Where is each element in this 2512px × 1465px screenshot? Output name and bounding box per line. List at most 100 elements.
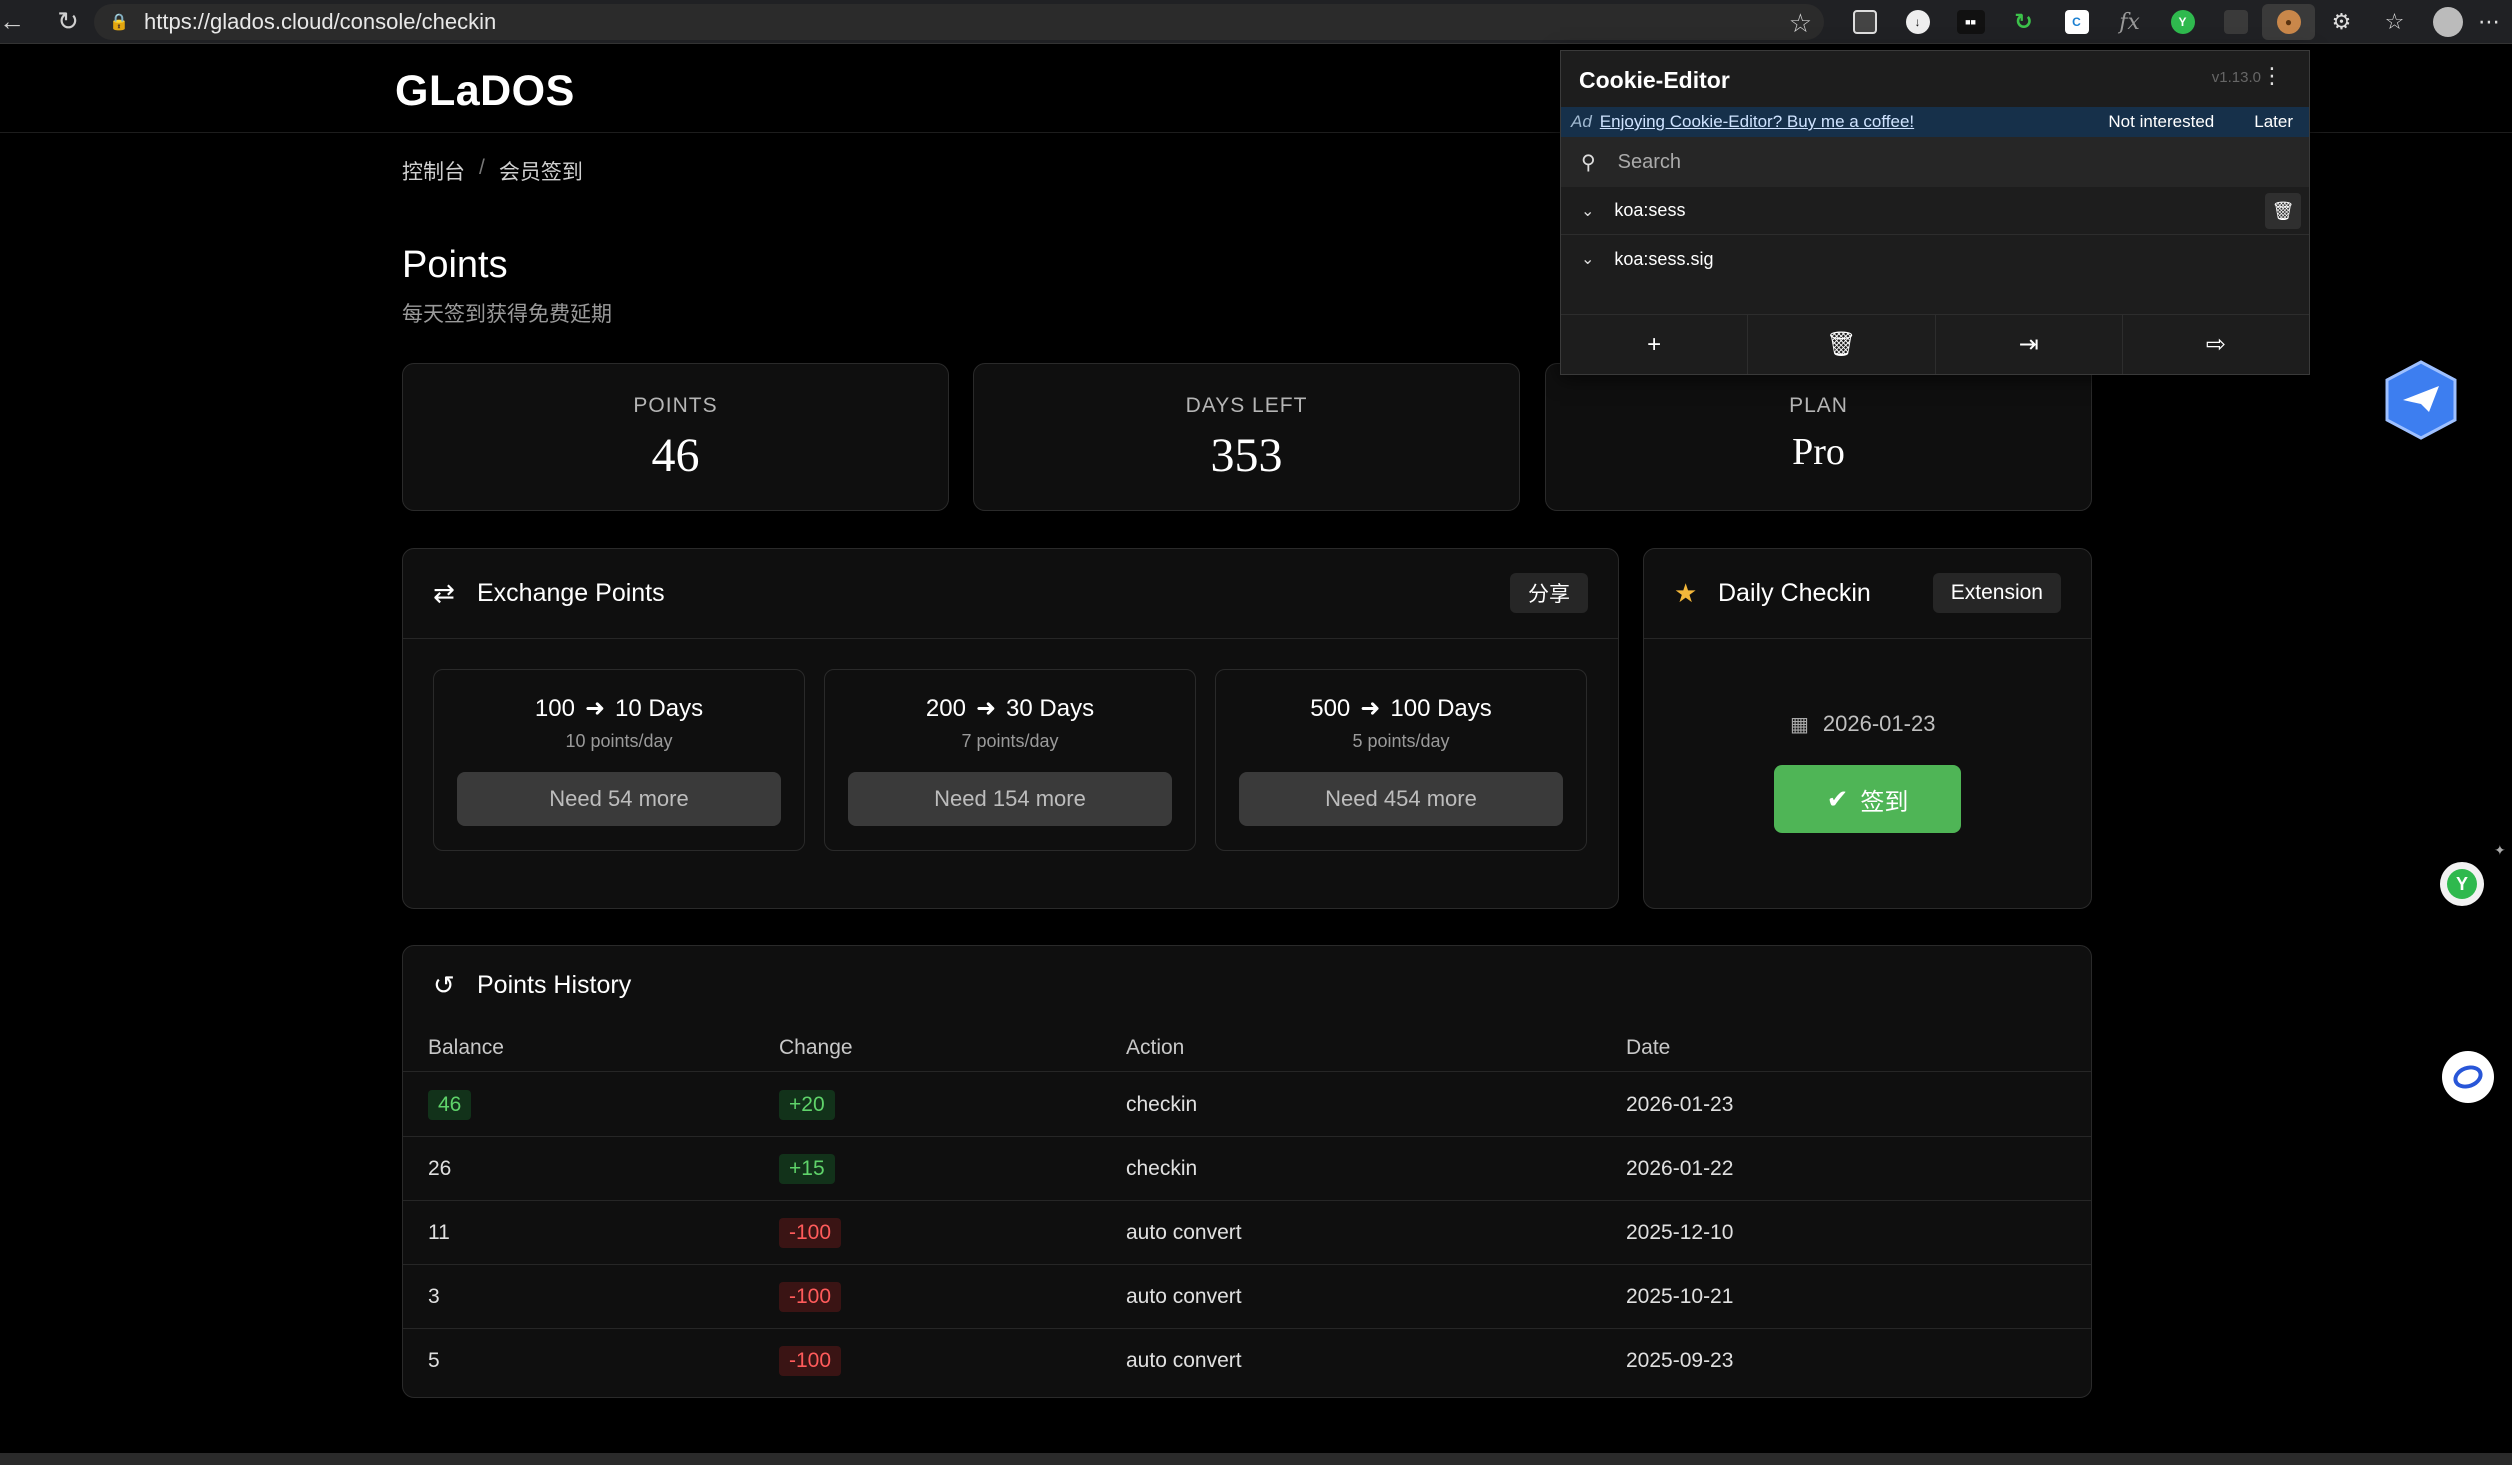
exchange-option-card: 200 ➜ 30 Days 7 points/day Need 154 more [824,669,1196,851]
more-menu-icon[interactable]: ⋯ [2474,4,2504,40]
exchange-days-amount: 30 Days [1006,694,1095,722]
table-row: 5 -100 auto convert 2025-09-23 [403,1329,2091,1393]
points-stat-card: POINTS 46 [402,363,949,511]
exchange-arrows-icon: ⇄ [433,578,455,608]
column-header-balance: Balance [428,1035,504,1059]
breadcrumb-console[interactable]: 控制台 [402,156,465,186]
profile-avatar-icon[interactable] [2421,4,2474,40]
reload-icon[interactable]: ↻ [48,2,88,42]
extensions-puzzle-icon[interactable]: ⚙ [2315,4,2368,40]
chevron-down-icon[interactable]: ⌄ [1581,201,1594,221]
checkin-button-label: 签到 [1860,788,1909,816]
arrow-right-icon: ➜ [975,695,997,722]
site-logo[interactable]: GLaDOS [395,67,575,116]
change-cell: -100 [779,1217,842,1248]
star-icon: ★ [1674,578,1698,608]
cookie-item[interactable]: ⌄ koa:sess.sig [1561,235,2309,283]
points-label: POINTS [633,394,718,417]
change-cell: +15 [779,1153,835,1184]
date-cell: 2026-01-23 [1626,1092,1734,1116]
ad-link[interactable]: Enjoying Cookie-Editor? Buy me a coffee! [1600,112,1914,132]
checkin-button[interactable]: ✔ 签到 [1774,765,1961,833]
share-button[interactable]: 分享 [1510,573,1588,613]
back-icon[interactable]: ← [0,2,25,42]
exchange-button[interactable]: Need 154 more [848,772,1172,826]
ad-banner: Ad Enjoying Cookie-Editor? Buy me a coff… [1561,107,2309,137]
table-row: 26 +15 checkin 2026-01-22 [403,1137,2091,1201]
extension-button[interactable]: Extension [1932,573,2061,613]
lock-icon: 🔒 [109,14,129,31]
exchange-option-title: 100 ➜ 10 Days [434,694,804,723]
extension-c-icon[interactable]: C [2050,4,2103,40]
favorites-icon[interactable]: ☆ [2368,4,2421,40]
date-cell: 2025-10-21 [1626,1284,1734,1308]
change-cell: -100 [779,1346,842,1376]
browser-toolbar: ← ↻ 🔒 https://glados.cloud/console/check… [0,0,2512,44]
balance-cell: 3 [428,1284,440,1308]
checkin-title: Daily Checkin [1718,579,1871,607]
extension-fx-icon[interactable]: fx [2103,4,2156,40]
delete-cookie-icon[interactable]: 🗑 [2265,193,2301,229]
delete-all-icon[interactable]: 🗑 [1748,315,1936,374]
table-row: 11 -100 auto convert 2025-12-10 [403,1201,2091,1265]
export-icon[interactable]: ⇨ [2123,315,2309,374]
y-helper-icon[interactable]: Y [2440,862,2484,906]
breadcrumb-separator: / [479,156,485,179]
page-title: Points [402,244,508,286]
exchange-button[interactable]: Need 454 more [1239,772,1563,826]
page-subtitle: 每天签到获得免费延期 [402,303,612,326]
cookie-item[interactable]: ⌄ koa:sess 🗑 [1561,187,2309,235]
download-icon[interactable]: ↓ [1891,4,1944,40]
breadcrumb: 控制台 / 会员签到 [402,156,583,186]
ad-tag: Ad [1571,112,1592,131]
balance-cell: 5 [428,1349,440,1372]
cookie-editor-title: Cookie-Editor [1579,67,1730,93]
chevron-down-icon[interactable]: ⌄ [1581,249,1594,269]
exchange-button[interactable]: Need 54 more [457,772,781,826]
add-cookie-icon[interactable]: + [1561,315,1749,374]
exchange-title: Exchange Points [477,579,665,607]
bookmark-star-icon[interactable]: ☆ [1789,8,1812,39]
days-left-label: DAYS LEFT [1185,394,1308,417]
search-placeholder: Search [1617,150,1682,173]
checkin-date: ▦ 2026-01-23 [1790,711,1935,737]
extension-disabled-icon[interactable] [2209,4,2262,40]
import-icon[interactable]: ⇥ [1936,315,2123,374]
extension-sync-icon[interactable]: ↻ [1997,4,2050,40]
table-row: 46 +20 checkin 2026-01-23 [403,1073,2091,1137]
exchange-option-card: 500 ➜ 100 Days 5 points/day Need 454 mor… [1215,669,1587,851]
action-cell: auto convert [1126,1349,1242,1372]
bird-assistant-icon[interactable] [2385,360,2457,440]
not-interested-button[interactable]: Not interested [2108,112,2214,132]
exchange-option-title: 200 ➜ 30 Days [825,694,1195,723]
exchange-days-amount: 100 Days [1390,694,1492,722]
exchange-points-amount: 100 [534,694,575,722]
orbit-assistant-icon[interactable] [2442,1051,2494,1103]
address-bar[interactable]: 🔒 https://glados.cloud/console/checkin ☆ [94,4,1824,40]
date-cell: 2026-01-22 [1626,1156,1734,1180]
history-title: Points History [477,970,632,999]
days-left-stat-card: DAYS LEFT 353 [973,363,1520,511]
later-button[interactable]: Later [2254,112,2293,132]
table-row: 3 -100 auto convert 2025-10-21 [403,1265,2091,1329]
exchange-days-amount: 10 Days [615,694,704,722]
ad-actions: Not interested Later [2108,112,2299,132]
date-cell: 2025-12-10 [1626,1220,1734,1244]
action-cell: auto convert [1126,1220,1242,1244]
extension-y-icon[interactable]: Y [2156,4,2209,40]
action-cell: checkin [1126,1156,1198,1180]
balance-cell: 26 [428,1156,452,1180]
url-text[interactable]: https://glados.cloud/console/checkin [144,9,496,35]
cookie-search-input[interactable]: ⚲ Search [1561,137,2309,187]
cookie-editor-header: Cookie-Editor v1.13.0 ⋮ [1561,51,2309,107]
extension-qr-icon[interactable] [1838,4,1891,40]
exchange-rate: 5 points/day [1352,731,1450,751]
points-value: 46 [651,429,700,482]
extension-text-icon[interactable]: ■■ [1944,4,1997,40]
kebab-menu-icon[interactable]: ⋮ [2261,63,2283,89]
exchange-rate: 7 points/day [961,731,1059,751]
exchange-option-card: 100 ➜ 10 Days 10 points/day Need 54 more [433,669,805,851]
cookie-name: koa:sess [1614,200,1686,220]
cookie-editor-icon[interactable]: ● [2262,4,2315,40]
exchange-rate: 10 points/day [565,731,673,751]
